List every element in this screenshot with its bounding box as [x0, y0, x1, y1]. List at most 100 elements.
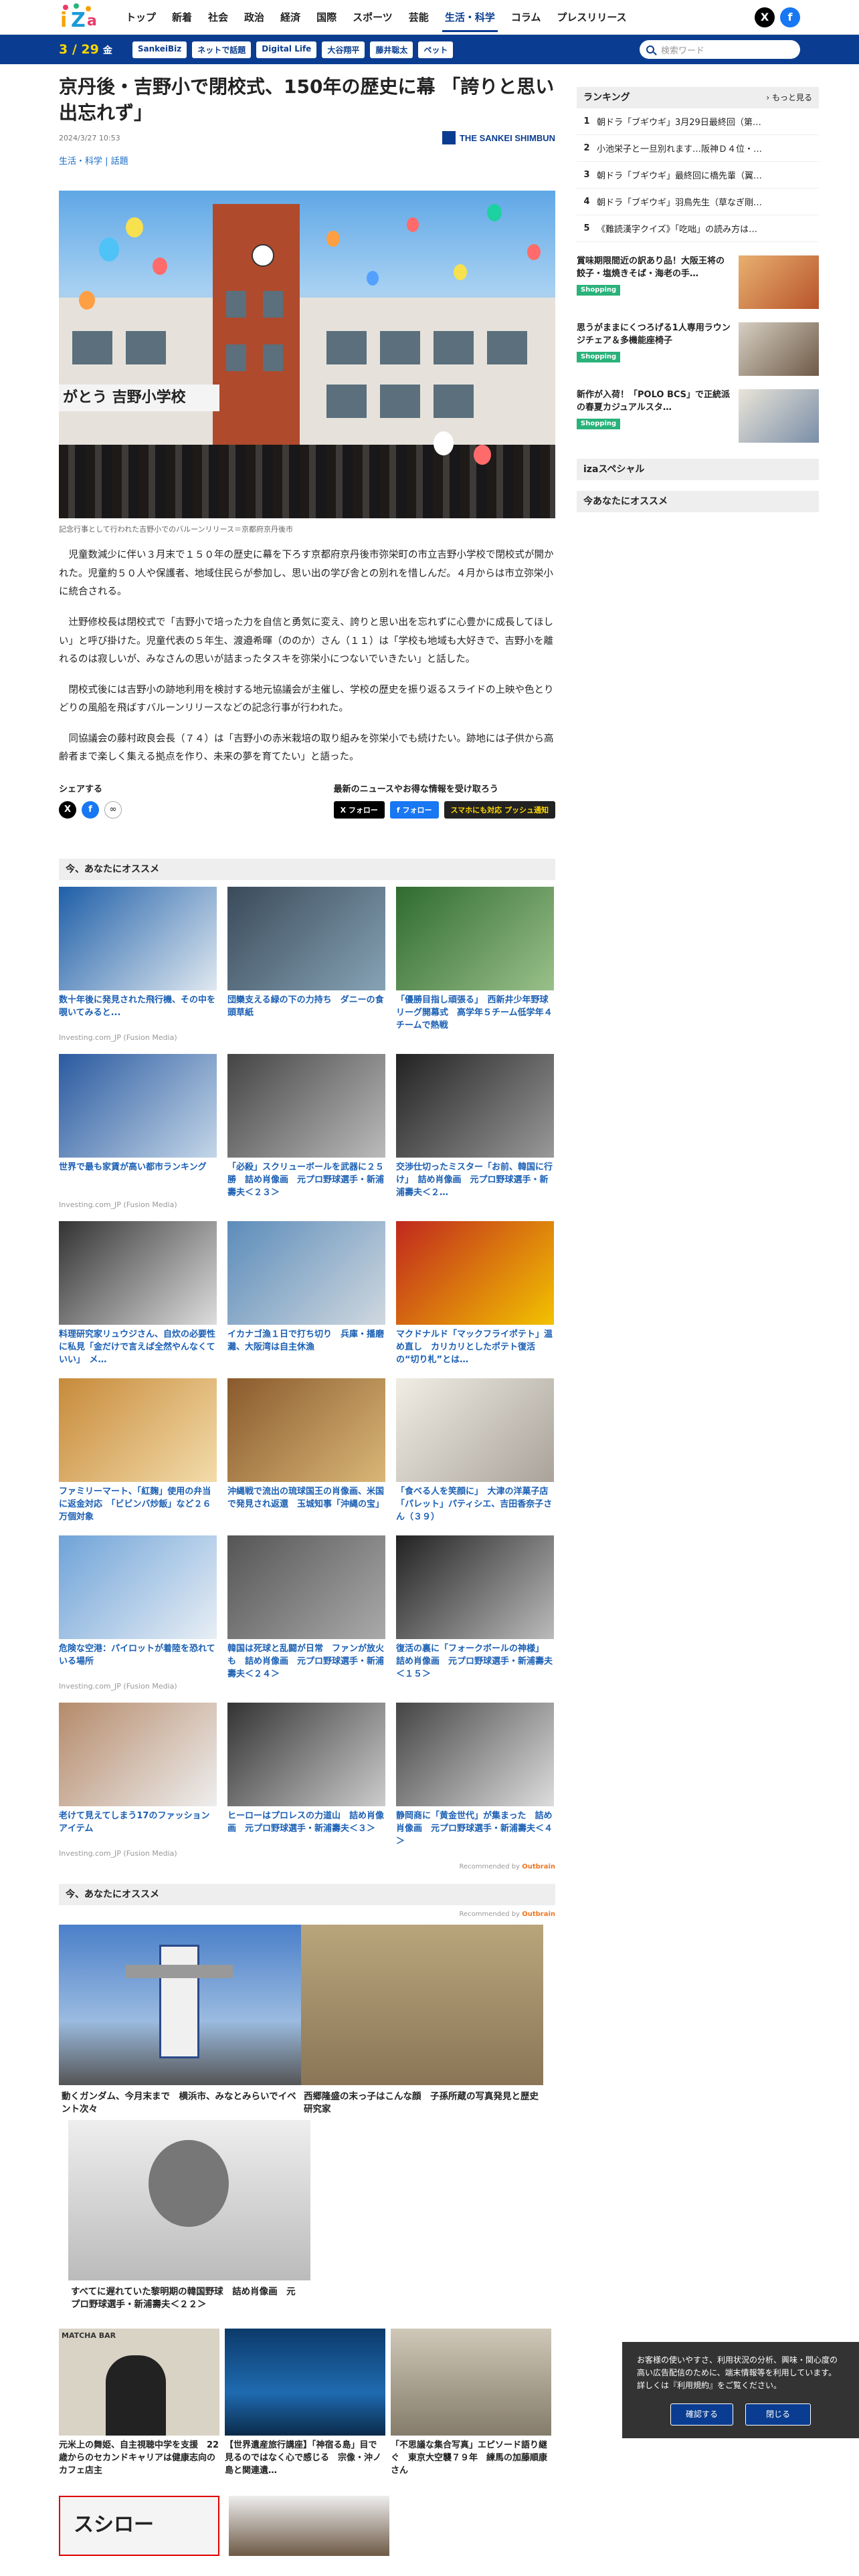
recommend-card[interactable]: 「食べる人を笑顔に」 大津の洋菓子店「パレット」パティシエ、吉田香奈子さん（３９… — [396, 1378, 554, 1523]
shopping-item[interactable]: 賞味期限間近の訳あり品！大阪王将の餃子・塩焼きそば・海老の手… Shopping — [577, 255, 819, 309]
recommend-title[interactable]: 「食べる人を笑顔に」 大津の洋菓子店「パレット」パティシエ、吉田香奈子さん（３９… — [396, 1486, 554, 1523]
recommend-card[interactable]: イカナゴ漁１日で打ち切り 兵庫・播磨灘、大阪湾は自主休漁 — [227, 1220, 385, 1366]
reco-card[interactable]: 動くガンダム、今月末まで 横浜市、みなとみらいでイベント次々 — [59, 1924, 301, 2120]
copy-link-icon[interactable]: ∞ — [104, 800, 122, 819]
reco-image[interactable] — [229, 2495, 389, 2556]
recommend-title[interactable]: 団欒支える緑の下の力持ち ダニーの食頭草紙 — [227, 994, 385, 1032]
nav-sports[interactable]: スポーツ — [345, 0, 401, 35]
recommend-image — [59, 1535, 217, 1639]
cookie-confirm-button[interactable]: 確認する — [670, 2403, 733, 2426]
recommend-card[interactable]: 沖縄戦で流出の琉球国王の肖像画、米国で発見され返還 玉城知事「沖縄の宝」 — [227, 1378, 385, 1523]
reco-title[interactable]: 「不思議な集合写真」エピソード語り継ぐ 東京大空襲７９年 練馬の加藤順康さん — [391, 2436, 551, 2489]
nav-politics[interactable]: 政治 — [236, 0, 272, 35]
recommend-image — [227, 886, 385, 990]
ranking-item[interactable]: 1 朝ドラ「ブギウギ」3月29日最終回（第… — [577, 108, 819, 135]
recommend-card[interactable]: ヒーローはプロレスの力道山 詰め肖像画 元プロ野球選手・新浦壽夫＜３＞ — [227, 1702, 385, 1858]
nav-new[interactable]: 新着 — [164, 0, 200, 35]
recommend-card[interactable]: 「優勝目指し頑張る」 西新井少年野球リーグ開幕式 高学年５チーム低学年４チームで… — [396, 886, 554, 1042]
ranking-item[interactable]: 2 小池栄子と一旦別れます…阪神Ｄ４位・… — [577, 135, 819, 162]
reco-image[interactable]: スシロー — [59, 2495, 219, 2556]
iza-logo[interactable]: iZa — [59, 3, 106, 32]
recommend-card[interactable]: 団欒支える緑の下の力持ち ダニーの食頭草紙 — [227, 886, 385, 1042]
recommend-card[interactable]: 世界で最も家賃が高い都市ランキング Investing.com_JP (Fusio… — [59, 1053, 217, 1209]
recommend-title[interactable]: ヒーローはプロレスの力道山 詰め肖像画 元プロ野球選手・新浦壽夫＜３＞ — [227, 1810, 385, 1848]
recommend-card[interactable]: 韓国は死球と乱闘が日常 ファンが放火も 詰め肖像画 元プロ野球選手・新浦壽夫＜２… — [227, 1535, 385, 1691]
recommend-card[interactable]: 交渉仕切ったミスター「お前、韓国に行け」 詰め肖像画 元プロ野球選手・新浦壽夫＜… — [396, 1053, 554, 1209]
reco-title[interactable]: 【世界遺産旅行講座】「神宿る島」目で見るのではなく心で感じる 宗像・沖ノ島と関連… — [225, 2436, 385, 2489]
reco-card[interactable]: すべてに遅れていた黎明期の韓国野球 詰め肖像画 元プロ野球選手・新浦壽夫＜２２＞ — [68, 2119, 310, 2315]
recommend-title[interactable]: 「優勝目指し頑張る」 西新井少年野球リーグ開幕式 高学年５チーム低学年４チームで… — [396, 994, 554, 1032]
tag-net-topic[interactable]: ネットで話題 — [192, 41, 252, 58]
search-input[interactable]: 検索ワード — [640, 40, 800, 59]
recommend-title[interactable]: 料理研究家リュウジさん、自炊の必要性に私見「金だけで言えば全然やんなくていい」 … — [59, 1329, 217, 1366]
recommend-title[interactable]: 「必殺」スクリューボールを武器に２５勝 詰め肖像画 元プロ野球選手・新浦壽夫＜２… — [227, 1162, 385, 1199]
facebook-icon[interactable]: f — [780, 7, 800, 27]
tag-fujii[interactable]: 藤井聡太 — [370, 41, 413, 58]
recommend-title[interactable]: 沖縄戦で流出の琉球国王の肖像画、米国で発見され返還 玉城知事「沖縄の宝」 — [227, 1486, 385, 1523]
push-notification-button[interactable]: スマホにも対応 プッシュ通知 — [444, 800, 555, 819]
share-facebook-icon[interactable]: f — [82, 800, 99, 819]
reco-card[interactable]: 【世界遺産旅行講座】「神宿る島」目で見るのではなく心で感じる 宗像・沖ノ島と関連… — [225, 2328, 385, 2489]
recommend-title[interactable]: 復活の裏に「フォークボールの神様」 詰め肖像画 元プロ野球選手・新浦壽夫＜１５＞ — [396, 1643, 554, 1681]
x-icon[interactable]: X — [755, 7, 775, 27]
recommend-card[interactable]: 老けて見えてしまう17のファッションアイテム Investing.com_JP (… — [59, 1702, 217, 1858]
nav-entertainment[interactable]: 芸能 — [401, 0, 437, 35]
reco-title[interactable]: 動くガンダム、今月末まで 横浜市、みなとみらいでイベント次々 — [59, 2085, 301, 2120]
follow-facebook-button[interactable]: f フォロー — [389, 800, 439, 819]
recommend-card[interactable]: 復活の裏に「フォークボールの神様」 詰め肖像画 元プロ野球選手・新浦壽夫＜１５＞ — [396, 1535, 554, 1691]
recommend-title[interactable]: 世界で最も家賃が高い都市ランキング — [59, 1162, 217, 1199]
tag-ohtani[interactable]: 大谷翔平 — [322, 41, 365, 58]
recommend-card[interactable]: 静岡商に「黄金世代」が集まった 詰め肖像画 元プロ野球選手・新浦壽夫＜４＞ — [396, 1702, 554, 1858]
nav-press-release[interactable]: プレスリリース — [549, 0, 634, 35]
recommend-card[interactable]: 「必殺」スクリューボールを武器に２５勝 詰め肖像画 元プロ野球選手・新浦壽夫＜２… — [227, 1053, 385, 1209]
recommend-image — [59, 1053, 217, 1158]
recommend-card[interactable]: 数十年後に発見された飛行機、その中を覗いてみると... Investing.com… — [59, 886, 217, 1042]
tag-pet[interactable]: ペット — [418, 41, 454, 58]
outbrain-credit[interactable]: Recommended by Outbrain — [59, 1863, 555, 1870]
recommend-title[interactable]: マクドナルド「マックフライポテト」温め直し カリカリとしたポテト復活の“切り札”… — [396, 1329, 554, 1366]
nav-society[interactable]: 社会 — [200, 0, 236, 35]
recommend-card[interactable]: マクドナルド「マックフライポテト」温め直し カリカリとしたポテト復活の“切り札”… — [396, 1220, 554, 1366]
ranking-item[interactable]: 3 朝ドラ「ブギウギ」最終回に橋先輩（翼… — [577, 162, 819, 189]
ranking-item[interactable]: 5 《難読漢字クイズ》「吃咄」の読み方は… — [577, 215, 819, 242]
paragraph: 児童数減少に伴い３月末で１５０年の歴史に幕を下ろす京都府京丹後市弥栄町の市立吉野… — [59, 550, 554, 598]
nav-life-science[interactable]: 生活・科学 — [437, 0, 503, 35]
follow-x-button[interactable]: X フォロー — [333, 800, 385, 819]
nav-economy[interactable]: 経済 — [272, 0, 308, 35]
recommend-title[interactable]: 交渉仕切ったミスター「お前、韓国に行け」 詰め肖像画 元プロ野球選手・新浦壽夫＜… — [396, 1162, 554, 1199]
category-topic[interactable]: 話題 — [111, 156, 128, 167]
recommend-card[interactable]: ファミリーマート、「紅麹」使用の弁当に返金対応 「ビビンバ炒飯」など２６万個対象 — [59, 1378, 217, 1523]
reco-title[interactable]: すべてに遅れていた黎明期の韓国野球 詰め肖像画 元プロ野球選手・新浦壽夫＜２２＞ — [68, 2280, 301, 2315]
recommend-title[interactable]: 静岡商に「黄金世代」が集まった 詰め肖像画 元プロ野球選手・新浦壽夫＜４＞ — [396, 1810, 554, 1848]
tag-digital-life[interactable]: Digital Life — [256, 41, 317, 58]
reco-card[interactable]: 「不思議な集合写真」エピソード語り継ぐ 東京大空襲７９年 練馬の加藤順康さん — [391, 2328, 551, 2489]
more-link[interactable]: › もっと見る — [766, 87, 812, 108]
shopping-item[interactable]: 新作が入荷！「POLO BCS」で正統派の春夏カジュアルスタ… Shopping — [577, 389, 819, 443]
tag-sankeibiz[interactable]: SankeiBiz — [132, 41, 187, 58]
recommend-card[interactable]: 料理研究家リュウジさん、自炊の必要性に私見「金だけで言えば全然やんなくていい」 … — [59, 1220, 217, 1366]
ranking-item[interactable]: 4 朝ドラ「ブギウギ」羽鳥先生（草なぎ剛… — [577, 189, 819, 215]
category-life-science[interactable]: 生活・科学 — [59, 156, 102, 167]
recommend-title[interactable]: 危険な空港：パイロットが着陸を恐れている場所 — [59, 1643, 217, 1681]
nav-column[interactable]: コラム — [503, 0, 549, 35]
reco-card[interactable]: MATCHA BAR 元米上の舞姫、自主視聴中学を支援 22歳からのセカンドキャ… — [59, 2328, 219, 2489]
reco-title[interactable]: 元米上の舞姫、自主視聴中学を支援 22歳からのセカンドキャリアは健康志向のカフェ… — [59, 2436, 219, 2489]
sankei-mark-icon — [442, 131, 456, 145]
header-social: X f — [755, 7, 800, 27]
recommend-title[interactable]: イカナゴ漁１日で打ち切り 兵庫・播磨灘、大阪湾は自主休漁 — [227, 1329, 385, 1366]
recommend-title[interactable]: ファミリーマート、「紅麹」使用の弁当に返金対応 「ビビンバ炒飯」など２６万個対象 — [59, 1486, 217, 1523]
recommend-title[interactable]: 韓国は死球と乱闘が日常 ファンが放火も 詰め肖像画 元プロ野球選手・新浦壽夫＜２… — [227, 1643, 385, 1681]
share-x-icon[interactable]: X — [59, 800, 76, 819]
nav-top[interactable]: トップ — [118, 0, 164, 35]
nav-world[interactable]: 国際 — [308, 0, 345, 35]
recommend-title[interactable]: 数十年後に発見された飛行機、その中を覗いてみると... — [59, 994, 217, 1032]
cookie-close-button[interactable]: 閉じる — [745, 2403, 812, 2426]
shopping-item[interactable]: 思うがままにくつろげる1人専用ラウンジチェア＆多機能座椅子 Shopping — [577, 322, 819, 376]
recommend-card[interactable]: 危険な空港：パイロットが着陸を恐れている場所 Investing.com_JP (… — [59, 1535, 217, 1691]
reco-card[interactable]: 西郷隆盛の末っ子はこんな顔 子孫所蔵の写真発見と歴史研究家 — [301, 1924, 543, 2120]
recommend-grid: 数十年後に発見された飛行機、その中を覗いてみると... Investing.com… — [59, 886, 555, 1858]
article-main: 京丹後・吉野小で閉校式、150年の歴史に幕 「誇りと思い出忘れず」 2024/3… — [59, 74, 555, 2556]
reco-title[interactable]: 西郷隆盛の末っ子はこんな顔 子孫所蔵の写真発見と歴史研究家 — [301, 2085, 543, 2120]
recommend-title[interactable]: 老けて見えてしまう17のファッションアイテム — [59, 1810, 217, 1848]
outbrain-credit-2[interactable]: Recommended by Outbrain — [59, 1911, 555, 1918]
